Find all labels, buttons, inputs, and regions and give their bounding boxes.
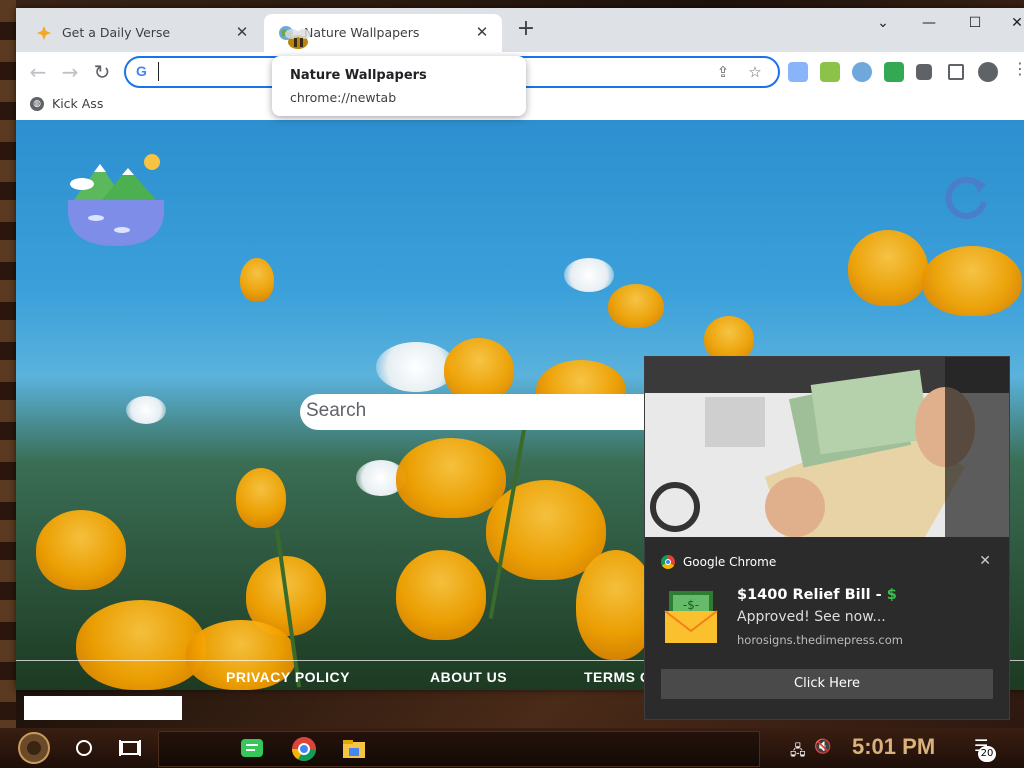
notification-title: $1400 Relief Bill - $ bbox=[737, 587, 897, 603]
refresh-wallpaper-icon[interactable] bbox=[940, 172, 992, 224]
chrome-icon bbox=[661, 555, 675, 569]
search-input[interactable]: Search bbox=[300, 394, 700, 430]
flower-decoration bbox=[444, 338, 514, 402]
terms-link[interactable]: TERMS O bbox=[584, 669, 651, 685]
site-logo-icon bbox=[68, 154, 164, 246]
menu-kebab-icon[interactable]: ⋮ bbox=[1012, 60, 1024, 80]
network-icon[interactable]: 🖧 bbox=[790, 740, 806, 764]
svg-text:-$-: -$- bbox=[683, 598, 699, 612]
flower-decoration bbox=[396, 550, 486, 640]
share-icon[interactable]: ⇪ bbox=[712, 61, 734, 83]
notification-header: Google Chrome bbox=[661, 555, 776, 569]
globe-icon: ◍ bbox=[30, 96, 44, 111]
notification-hero-image bbox=[645, 357, 1009, 537]
tab-title: Get a Daily Verse bbox=[62, 25, 171, 40]
flower-decoration bbox=[396, 438, 506, 518]
flower-decoration bbox=[240, 258, 274, 302]
hovercard-title: Nature Wallpapers bbox=[290, 68, 427, 83]
tab-search-chevron-icon[interactable]: ⌄ bbox=[868, 12, 898, 34]
about-us-link[interactable]: ABOUT US bbox=[430, 669, 507, 685]
extension-notes-icon[interactable] bbox=[788, 62, 808, 82]
tab-title: Nature Wallpapers bbox=[304, 25, 420, 40]
privacy-policy-link[interactable]: PRIVACY POLICY bbox=[226, 669, 350, 685]
flower-decoration bbox=[36, 510, 126, 590]
click-here-button[interactable]: Click Here bbox=[661, 669, 993, 699]
flower-decoration bbox=[608, 284, 664, 328]
maximize-button[interactable]: ☐ bbox=[960, 12, 990, 34]
notification-app-name: Google Chrome bbox=[683, 555, 777, 569]
desktop-decoration bbox=[0, 0, 16, 730]
flower-decoration bbox=[236, 468, 286, 528]
search-circle-icon[interactable] bbox=[72, 730, 96, 766]
taskbar-app-area bbox=[158, 731, 760, 767]
reload-button[interactable]: ↻ bbox=[88, 58, 116, 86]
start-button-icon[interactable] bbox=[8, 730, 60, 766]
flower-decoration bbox=[848, 230, 928, 306]
extension-bag-icon[interactable] bbox=[820, 62, 840, 82]
notification-domain: horosigns.thedimepress.com bbox=[737, 633, 903, 647]
close-icon[interactable]: ✕ bbox=[979, 553, 991, 569]
file-explorer-icon[interactable] bbox=[341, 736, 367, 762]
side-panel-icon[interactable] bbox=[948, 64, 964, 80]
extension-green-icon[interactable] bbox=[884, 62, 904, 82]
bee-cursor-icon bbox=[285, 29, 311, 49]
chrome-taskbar-icon[interactable] bbox=[291, 736, 317, 762]
task-view-icon[interactable] bbox=[118, 730, 142, 766]
back-button[interactable]: ← bbox=[24, 58, 52, 86]
taskbar: 🖧 🔇 5:01 PM ☰ 20 bbox=[0, 728, 1024, 768]
tab-hover-card: Nature Wallpapers chrome://newtab bbox=[272, 56, 526, 116]
close-icon[interactable]: ✕ bbox=[232, 22, 252, 42]
desktop-widget bbox=[24, 696, 182, 720]
close-icon[interactable]: ✕ bbox=[472, 22, 492, 42]
bookmark-star-icon[interactable]: ☆ bbox=[744, 61, 766, 83]
money-envelope-icon: -$- bbox=[664, 591, 718, 643]
flower-decoration bbox=[922, 246, 1022, 316]
minimize-button[interactable]: — bbox=[914, 12, 944, 34]
forward-button[interactable]: → bbox=[56, 58, 84, 86]
extension-earth-icon[interactable] bbox=[852, 62, 872, 82]
flower-decoration bbox=[564, 258, 614, 292]
google-g-icon: G bbox=[136, 63, 147, 79]
dollar-symbol: $ bbox=[886, 587, 897, 603]
sparkle-icon bbox=[37, 26, 51, 40]
notification-body: Approved! See now... bbox=[737, 609, 886, 625]
close-window-button[interactable]: ✕ bbox=[1002, 12, 1024, 34]
flower-decoration bbox=[126, 396, 166, 424]
money-envelope-illustration bbox=[645, 357, 1009, 537]
bookmark-kick-ass[interactable]: ◍ Kick Ass bbox=[30, 96, 103, 111]
text-caret bbox=[158, 62, 159, 81]
tab-daily-verse[interactable]: Get a Daily Verse ✕ bbox=[22, 14, 262, 52]
notification-toast[interactable]: Google Chrome ✕ -$- $1400 Relief Bill - … bbox=[644, 356, 1010, 720]
chat-app-icon[interactable] bbox=[239, 736, 265, 762]
new-tab-button[interactable]: + bbox=[514, 18, 538, 42]
volume-muted-icon[interactable]: 🔇 bbox=[814, 739, 831, 755]
profile-avatar-icon[interactable] bbox=[978, 62, 998, 82]
hovercard-url: chrome://newtab bbox=[290, 90, 397, 105]
tab-strip: Get a Daily Verse ✕ Nature Wallpapers ✕ … bbox=[16, 8, 1024, 52]
bookmark-label: Kick Ass bbox=[52, 96, 104, 111]
search-placeholder: Search bbox=[306, 400, 367, 421]
notification-count-badge: 20 bbox=[978, 746, 996, 762]
extensions-puzzle-icon[interactable] bbox=[916, 64, 932, 80]
taskbar-clock[interactable]: 5:01 PM bbox=[852, 734, 935, 760]
